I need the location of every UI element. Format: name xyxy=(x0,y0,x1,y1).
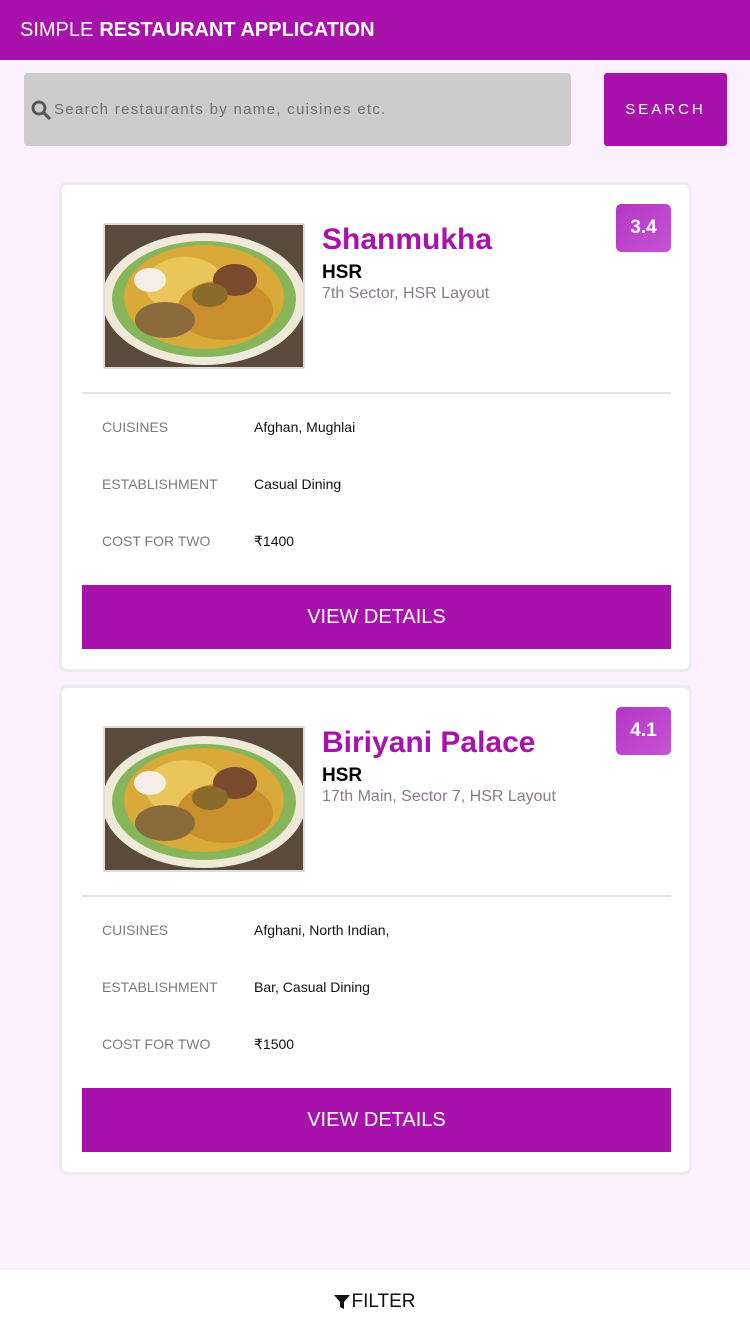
cuisines-row: CUISINES Afghani, North Indian, xyxy=(102,922,389,938)
restaurant-locality: HSR xyxy=(322,262,363,283)
search-button[interactable]: SEARCH xyxy=(604,73,727,146)
restaurant-image xyxy=(103,726,305,872)
establishment-label: ESTABLISHMENT xyxy=(102,979,218,995)
establishment-row: ESTABLISHMENT Bar, Casual Dining xyxy=(102,979,370,995)
cost-label: COST FOR TWO xyxy=(102,533,211,549)
restaurant-locality: HSR xyxy=(322,765,363,786)
establishment-label: ESTABLISHMENT xyxy=(102,476,218,492)
cuisines-label: CUISINES xyxy=(102,922,169,938)
cuisines-value: Afghani, North Indian, xyxy=(254,922,390,938)
app-title-bold: RESTAURANT APPLICATION xyxy=(99,18,375,41)
filter-icon xyxy=(334,1294,351,1310)
card-divider xyxy=(82,895,671,897)
restaurant-image xyxy=(103,223,305,369)
cost-value: ₹1500 xyxy=(254,1036,295,1052)
search-box xyxy=(24,73,571,146)
cost-value: ₹1400 xyxy=(254,533,295,549)
view-details-button[interactable]: VIEW DETAILS xyxy=(82,1088,671,1152)
cuisines-label: CUISINES xyxy=(102,419,169,435)
search-input[interactable] xyxy=(52,89,571,130)
restaurant-address: 7th Sector, HSR Layout xyxy=(322,285,490,302)
establishment-value: Casual Dining xyxy=(254,476,342,492)
app-header: SIMPLE RESTAURANT APPLICATION xyxy=(0,0,750,60)
cost-row: COST FOR TWO ₹1400 xyxy=(102,533,294,550)
restaurant-address: 17th Main, Sector 7, HSR Layout xyxy=(322,788,556,805)
rating-badge: 3.4 xyxy=(616,204,671,252)
view-details-button[interactable]: VIEW DETAILS xyxy=(82,585,671,649)
restaurant-name: Biriyani Palace xyxy=(322,726,536,759)
filter-label: FILTER xyxy=(351,1291,416,1312)
cost-row: COST FOR TWO ₹1500 xyxy=(102,1036,294,1053)
cuisines-row: CUISINES Afghan, Mughlai xyxy=(102,419,355,435)
filter-button[interactable]: FILTER xyxy=(0,1270,750,1334)
app-title-light: SIMPLE xyxy=(20,18,94,41)
establishment-value: Bar, Casual Dining xyxy=(254,979,370,995)
rating-badge: 4.1 xyxy=(616,707,671,755)
restaurant-name: Shanmukha xyxy=(322,223,493,256)
cuisines-value: Afghan, Mughlai xyxy=(254,419,356,435)
restaurant-card: Shanmukha HSR 7th Sector, HSR Layout 3.4… xyxy=(59,182,692,672)
card-divider xyxy=(82,392,671,394)
establishment-row: ESTABLISHMENT Casual Dining xyxy=(102,476,341,492)
cost-label: COST FOR TWO xyxy=(102,1036,211,1052)
search-icon xyxy=(30,99,52,121)
restaurant-card: Biriyani Palace HSR 17th Main, Sector 7,… xyxy=(59,685,692,1175)
